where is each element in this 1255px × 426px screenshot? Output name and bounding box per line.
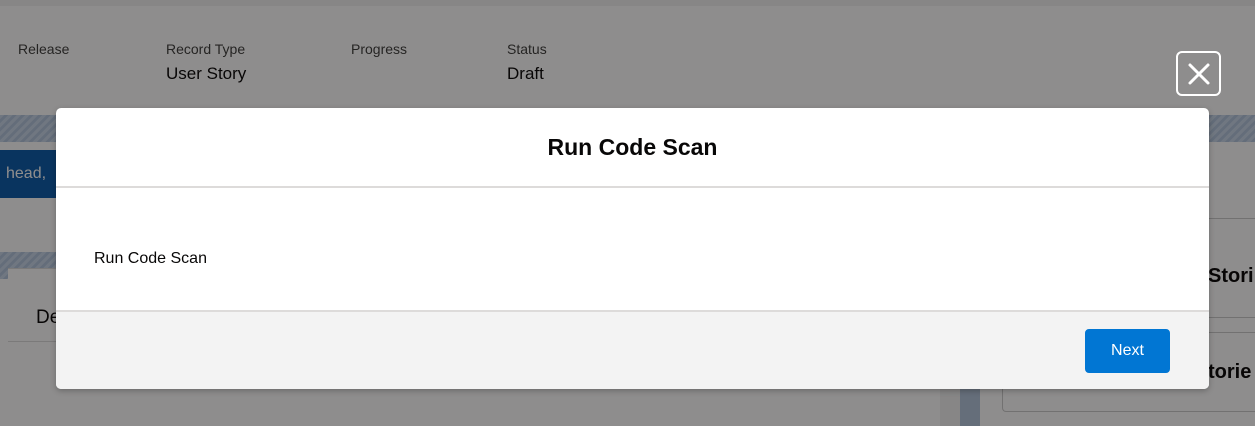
modal-body-text: Run Code Scan bbox=[94, 250, 207, 267]
close-icon bbox=[1188, 63, 1209, 84]
run-code-scan-modal: Run Code Scan Run Code Scan Next bbox=[56, 108, 1209, 389]
modal-title: Run Code Scan bbox=[547, 133, 718, 160]
next-button[interactable]: Next bbox=[1085, 329, 1170, 373]
close-modal-button[interactable] bbox=[1176, 51, 1221, 96]
modal-body: Run Code Scan bbox=[56, 188, 1209, 310]
modal-header: Run Code Scan bbox=[56, 108, 1209, 188]
modal-footer: Next bbox=[56, 310, 1209, 389]
